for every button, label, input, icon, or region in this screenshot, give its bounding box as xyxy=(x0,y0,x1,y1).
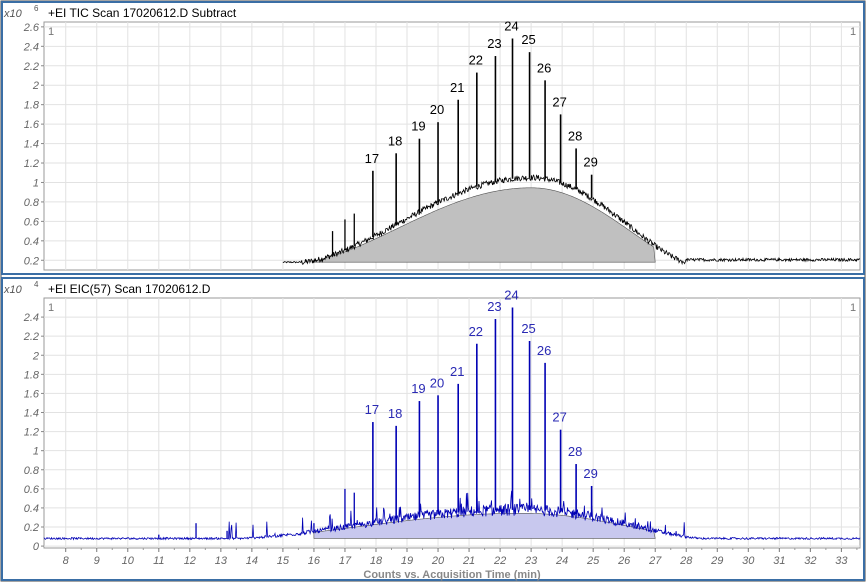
peak-label: 22 xyxy=(469,53,483,68)
y-tick-label: 1.4 xyxy=(24,139,39,151)
x-tick-label: 22 xyxy=(493,555,506,567)
y-tick-label: 1.8 xyxy=(24,100,40,112)
y-tick-label: 1.8 xyxy=(24,369,40,381)
corner-label-right: 1 xyxy=(850,26,856,38)
corner-label-left: 1 xyxy=(48,302,54,314)
y-tick-label: 0.2 xyxy=(24,255,39,267)
y-tick-label: 2 xyxy=(32,80,39,92)
y-tick-label: 0.4 xyxy=(24,503,39,515)
peak-label: 26 xyxy=(537,343,551,358)
y-tick-label: 0 xyxy=(33,541,40,553)
x-tick-label: 20 xyxy=(431,555,445,567)
x-tick-label: 8 xyxy=(63,555,70,567)
x-tick-label: 26 xyxy=(617,555,631,567)
y-tick-label: 2.4 xyxy=(23,41,39,53)
plot-area xyxy=(43,297,861,549)
y-tick-label: 0.6 xyxy=(24,484,40,496)
peak-label: 28 xyxy=(568,444,582,459)
y-tick-label: 2.6 xyxy=(23,22,40,34)
x-tick-label: 18 xyxy=(370,555,383,567)
x-tick-label: 13 xyxy=(215,555,228,567)
panel-2: +EI EIC(57) Scan 17020612.Dx10 41 100.20.4… xyxy=(1,277,865,581)
x-tick-label: 24 xyxy=(555,555,568,567)
y-tick-label: 0.8 xyxy=(24,465,40,477)
x-tick-label: 17 xyxy=(339,555,352,567)
peak-label: 22 xyxy=(469,324,483,339)
y-tick-label: 2.2 xyxy=(23,331,39,343)
x-tick-label: 15 xyxy=(277,555,290,567)
y-tick-label: 1.4 xyxy=(24,408,39,420)
peak-label: 29 xyxy=(583,466,597,481)
peak-label: 18 xyxy=(388,406,402,421)
peak-label: 19 xyxy=(411,119,425,134)
y-tick-label: 1 xyxy=(33,446,39,458)
peak-label: 20 xyxy=(430,102,444,117)
peak-label: 29 xyxy=(583,155,597,170)
y-tick-label: 0.4 xyxy=(24,236,39,248)
peak-label: 27 xyxy=(552,94,566,109)
x-axis-label: Counts vs. Acquisition Time (min) xyxy=(363,569,541,581)
peak-label: 24 xyxy=(504,288,518,303)
peak-label: 19 xyxy=(411,381,425,396)
x-tick-label: 11 xyxy=(153,555,164,567)
y-multiplier-exponent: 6 xyxy=(34,4,39,13)
peak-label: 18 xyxy=(388,133,402,148)
x-tick-label: 16 xyxy=(308,555,321,567)
peak-label: 25 xyxy=(521,32,535,47)
peak-label: 23 xyxy=(487,36,501,51)
x-tick-label: 14 xyxy=(246,555,258,567)
y-multiplier: x10 xyxy=(3,284,23,296)
x-tick-label: 27 xyxy=(648,555,662,567)
x-tick-label: 32 xyxy=(804,555,816,567)
chromatogram-svg: +EI TIC Scan 17020612.D Subtractx10 61 10.… xyxy=(0,0,866,582)
peak-label: 28 xyxy=(568,128,582,143)
x-tick-label: 28 xyxy=(679,555,693,567)
y-multiplier: x10 xyxy=(3,8,23,20)
x-tick-label: 9 xyxy=(94,555,100,567)
x-tick-label: 19 xyxy=(401,555,413,567)
x-tick-label: 10 xyxy=(122,555,135,567)
peak-label: 27 xyxy=(552,410,566,425)
peak-label: 20 xyxy=(430,375,444,390)
panel-title: +EI EIC(57) Scan 17020612.D xyxy=(48,282,211,296)
y-tick-label: 2 xyxy=(32,350,39,362)
peak-label: 26 xyxy=(537,60,551,75)
x-tick-label: 33 xyxy=(835,555,848,567)
y-tick-label: 1.6 xyxy=(24,119,40,131)
peak-label: 17 xyxy=(365,402,379,417)
panel-title: +EI TIC Scan 17020612.D Subtract xyxy=(48,6,237,20)
peak-label: 21 xyxy=(450,364,464,379)
y-tick-label: 0.2 xyxy=(24,522,39,534)
y-tick-label: 1.6 xyxy=(24,388,40,400)
x-tick-label: 23 xyxy=(524,555,538,567)
y-tick-label: 1.2 xyxy=(24,427,39,439)
y-multiplier-exponent: 4 xyxy=(34,280,39,289)
chromatogram-figure: +EI TIC Scan 17020612.D Subtract x10 6 1 1 0.… xyxy=(0,0,866,582)
y-tick-label: 2.4 xyxy=(23,312,39,324)
peak-label: 21 xyxy=(450,80,464,95)
x-tick-label: 31 xyxy=(773,555,785,567)
x-tick-label: 29 xyxy=(710,555,723,567)
x-tick-label: 12 xyxy=(184,555,196,567)
peak-label: 25 xyxy=(521,321,535,336)
y-tick-label: 0.6 xyxy=(24,216,40,228)
panel-1: +EI TIC Scan 17020612.D Subtract x10 6 1 1 0.… xyxy=(1,1,865,275)
y-tick-label: 0.8 xyxy=(24,197,40,209)
peak-label: 17 xyxy=(365,151,379,166)
y-tick-label: 1.2 xyxy=(24,158,39,170)
corner-label-left: 1 xyxy=(48,26,54,38)
peak-label: 24 xyxy=(504,19,518,34)
x-tick-label: 25 xyxy=(586,555,600,567)
y-tick-label: 1 xyxy=(33,177,39,189)
x-tick-label: 21 xyxy=(462,555,475,567)
y-tick-label: 2.2 xyxy=(23,61,39,73)
peak-label: 23 xyxy=(487,299,501,314)
corner-label-right: 1 xyxy=(850,302,856,314)
x-tick-label: 30 xyxy=(742,555,755,567)
